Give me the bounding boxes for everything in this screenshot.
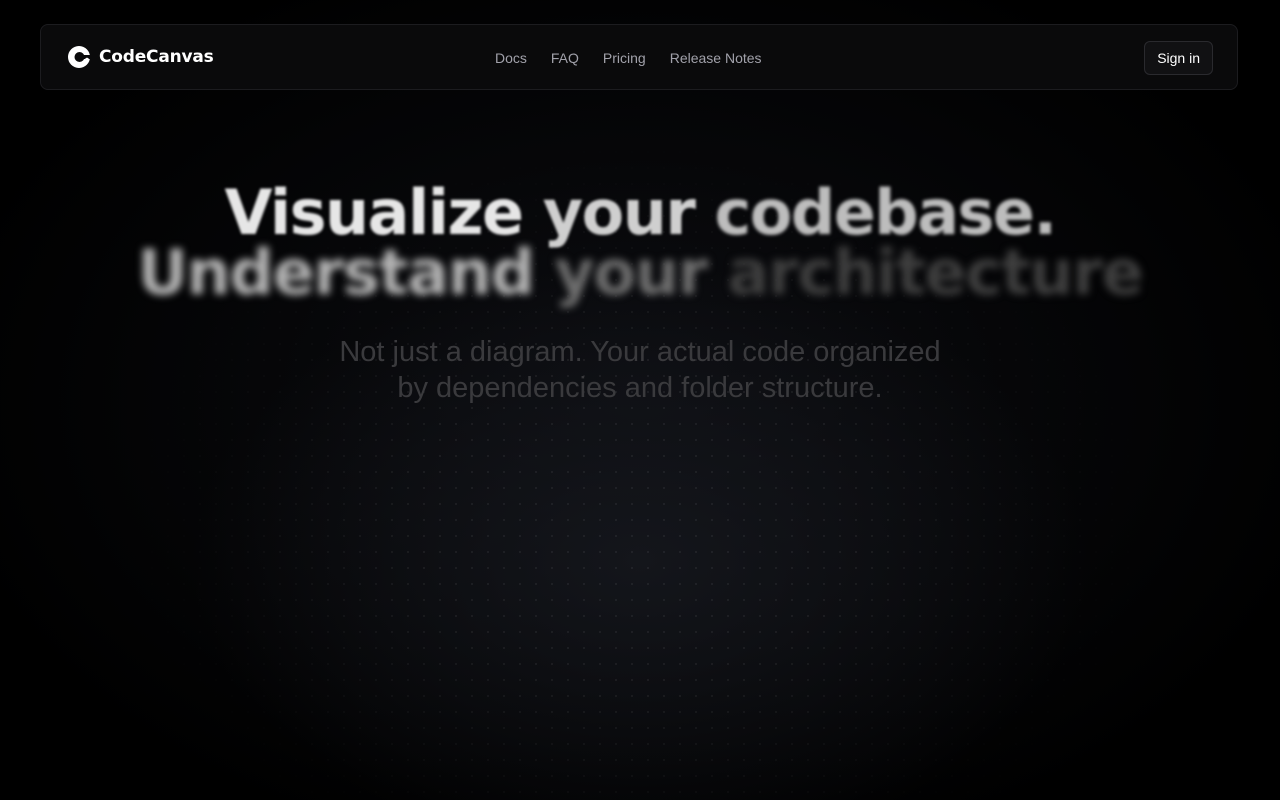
hero-subtitle-line: Not just a diagram. Your actual code org…: [339, 336, 941, 368]
codecanvas-logo-icon: [67, 45, 91, 69]
brand-home-link[interactable]: CodeCanvas: [67, 45, 214, 69]
hero-word: your: [554, 236, 708, 309]
hero-headline-line-2: Understand your architecture: [0, 236, 1280, 309]
hero-subtitle: Not just a diagram. Your actual code org…: [0, 334, 1280, 406]
hero-word: Understand: [137, 236, 535, 309]
nav-link-docs[interactable]: Docs: [495, 50, 527, 66]
hero-subtitle-line: by dependencies and folder structure.: [397, 372, 883, 404]
hero-word: architecture: [727, 236, 1144, 309]
nav-link-release-notes[interactable]: Release Notes: [670, 50, 762, 66]
nav-link-faq[interactable]: FAQ: [551, 50, 579, 66]
sign-in-button[interactable]: Sign in: [1144, 41, 1213, 75]
top-navbar: CodeCanvas Docs FAQ Pricing Release Note…: [40, 24, 1238, 90]
nav-link-pricing[interactable]: Pricing: [603, 50, 646, 66]
main-nav: Docs FAQ Pricing Release Notes: [495, 25, 762, 91]
brand-name: CodeCanvas: [99, 47, 214, 67]
